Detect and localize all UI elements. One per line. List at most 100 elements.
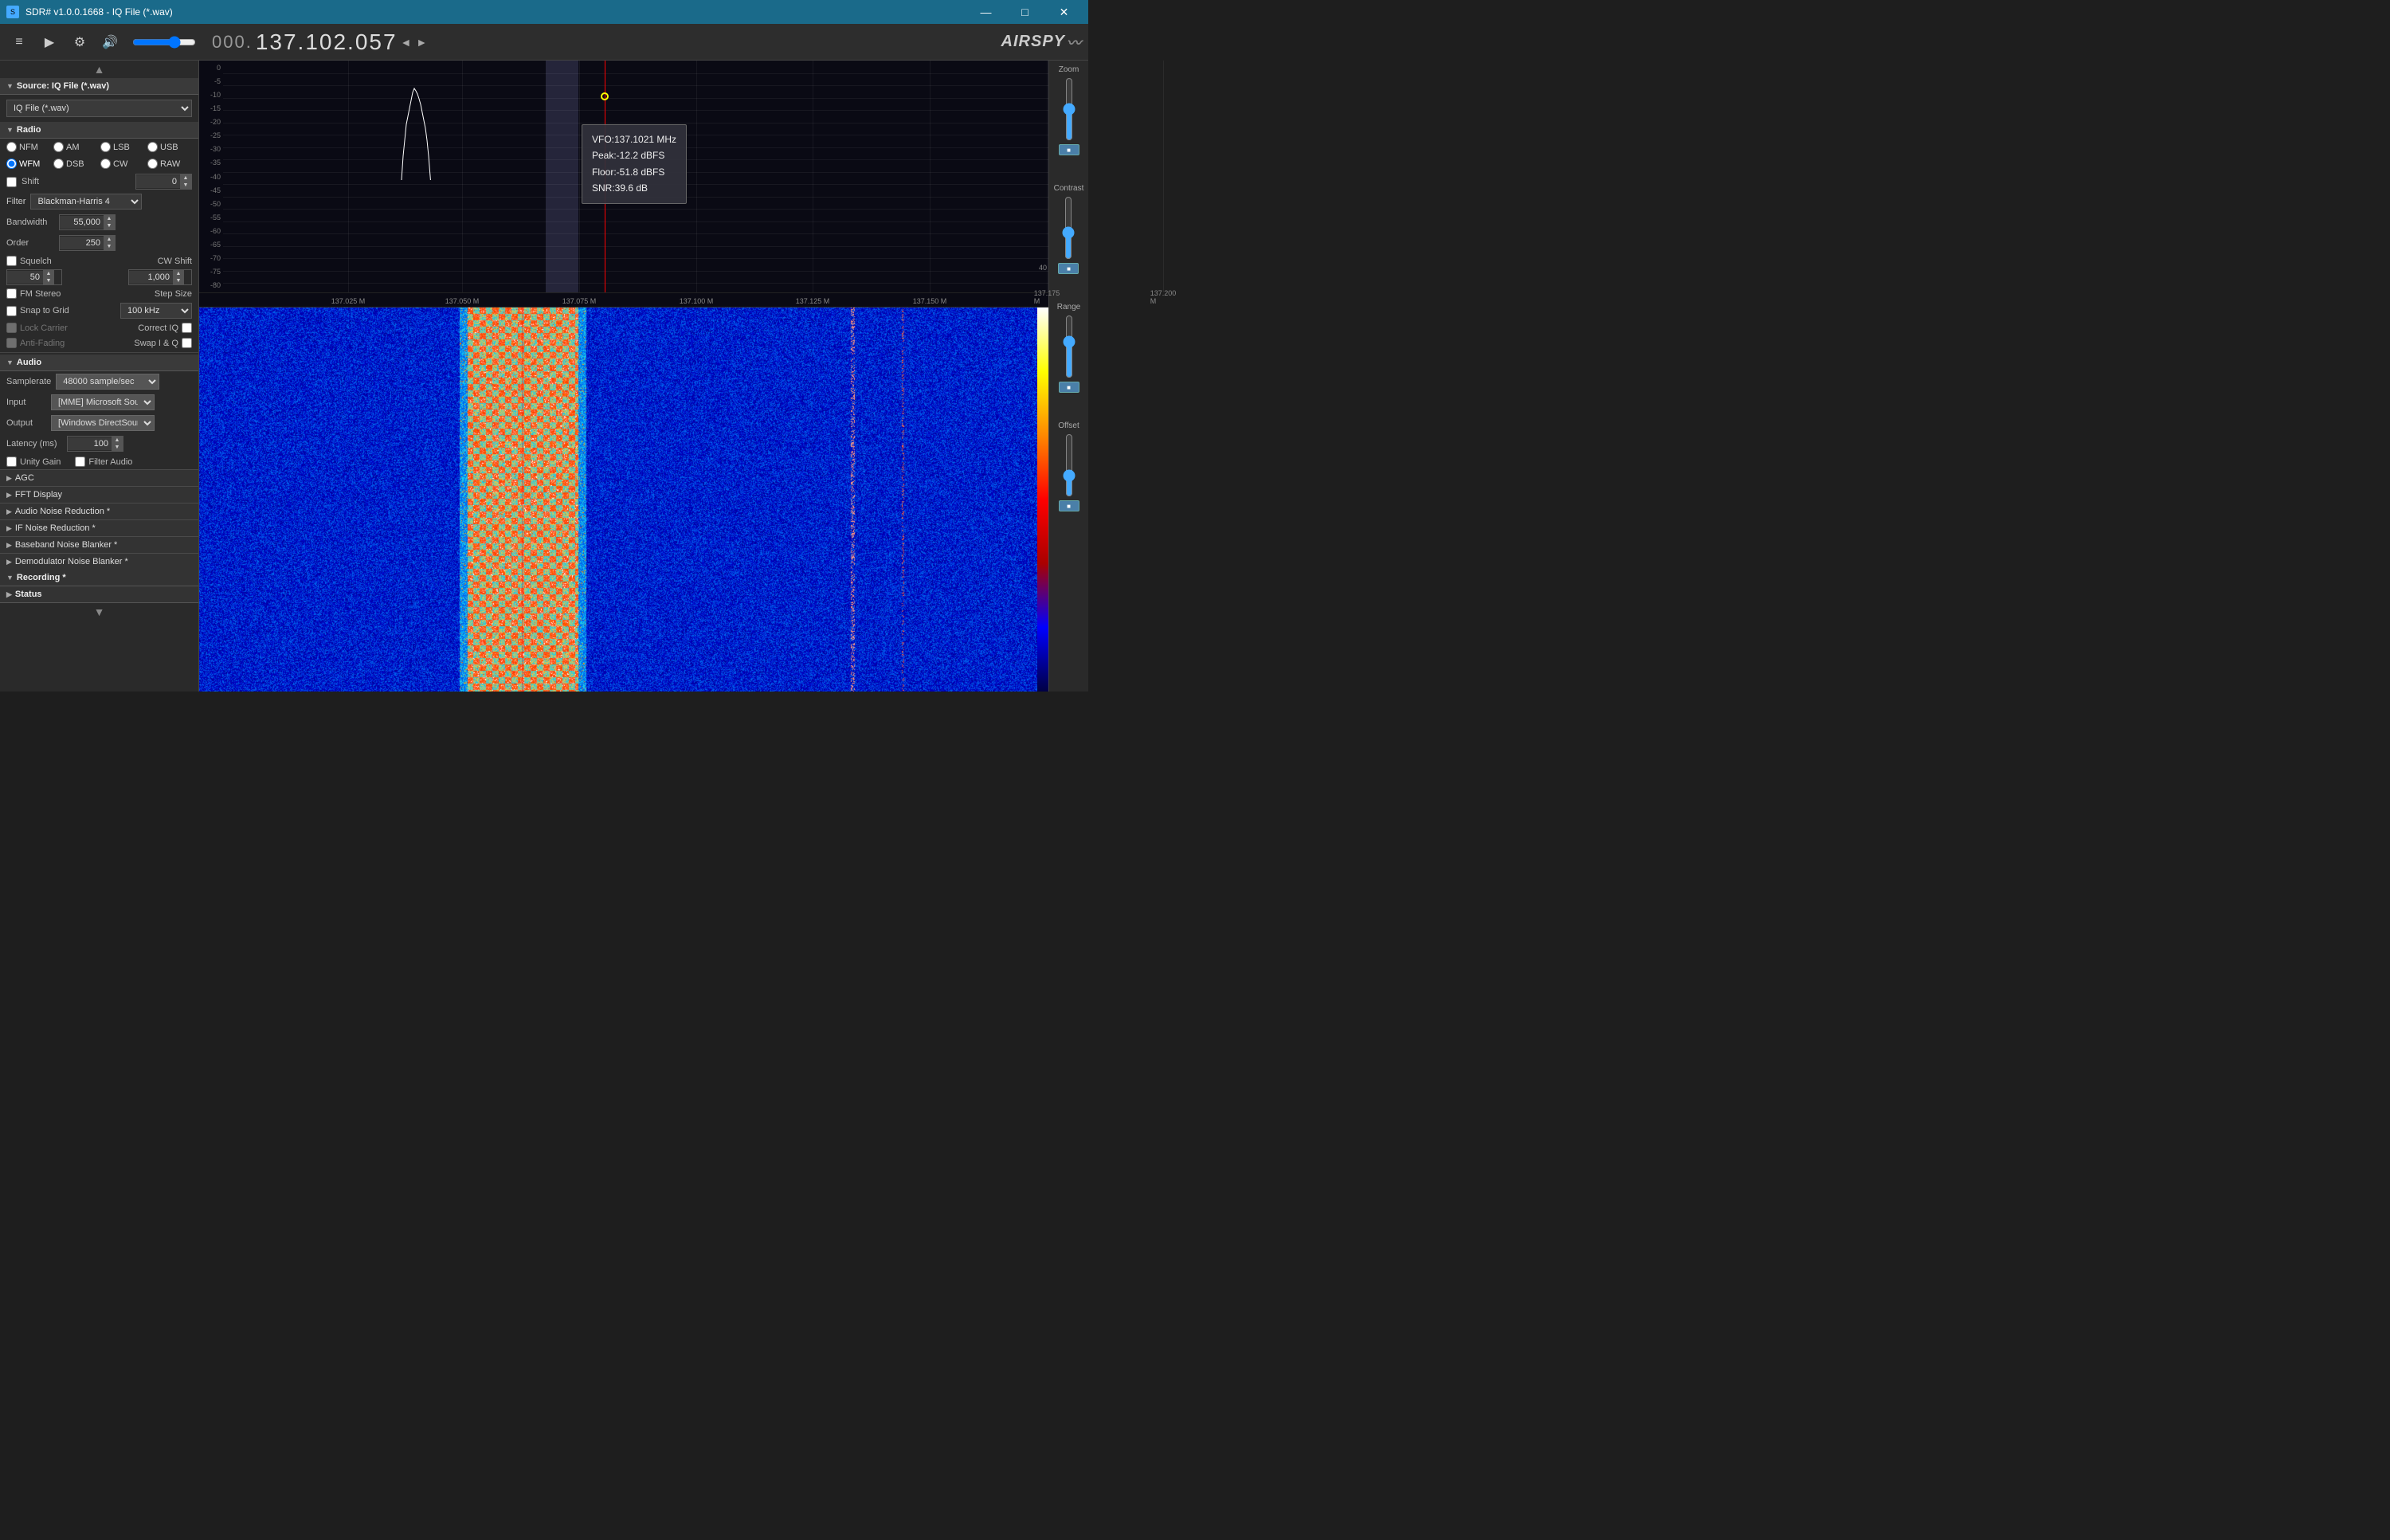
spectrum-display[interactable]: 0 -5 -10 -15 -20 -25 -30 -35 -40 -45 -50…	[199, 61, 1048, 308]
samplerate-select[interactable]: 48000 sample/sec 96000 sample/sec	[56, 374, 159, 390]
filter-audio-checkbox[interactable]	[75, 457, 85, 467]
cw-shift-down-btn[interactable]: ▼	[173, 277, 184, 284]
source-select[interactable]: IQ File (*.wav) RTL-SDR Airspy	[6, 100, 192, 117]
maximize-button[interactable]: □	[1007, 0, 1043, 24]
mode-nfm-label: NFM	[19, 143, 38, 152]
settings-button[interactable]: ⚙	[67, 29, 92, 55]
recording-arrow-icon: ▼	[6, 574, 14, 582]
swap-iq-label[interactable]: Swap I & Q	[134, 338, 192, 348]
bandwidth-up-btn[interactable]: ▲	[104, 215, 115, 222]
volume-slider[interactable]	[132, 36, 196, 49]
baseband-noise-blanker-header[interactable]: ▶ Baseband Noise Blanker *	[0, 536, 198, 553]
sidebar-scroll-down[interactable]: ▼	[0, 603, 198, 621]
source-section-header[interactable]: ▼ Source: IQ File (*.wav)	[0, 78, 198, 95]
grid-h-14	[223, 233, 1048, 234]
sidebar-scroll-up[interactable]: ▲	[0, 61, 198, 78]
mode-raw-input[interactable]	[147, 159, 158, 169]
correct-iq-checkbox[interactable]	[182, 323, 192, 333]
color-scale-bar	[1037, 308, 1048, 692]
range-slider[interactable]	[1061, 315, 1077, 378]
radio-section-header[interactable]: ▼ Radio	[0, 122, 198, 139]
mode-raw[interactable]: RAW	[147, 159, 191, 169]
order-up-btn[interactable]: ▲	[104, 236, 115, 243]
output-select[interactable]: [Windows DirectSoun	[51, 415, 155, 431]
radio-header-label: Radio	[17, 125, 41, 135]
contrast-slider[interactable]	[1060, 196, 1076, 260]
mode-am-input[interactable]	[53, 142, 64, 152]
unity-gain-label[interactable]: Unity Gain	[6, 457, 61, 467]
mode-dsb-input[interactable]	[53, 159, 64, 169]
mode-nfm-input[interactable]	[6, 142, 17, 152]
mode-cw-input[interactable]	[100, 159, 111, 169]
latency-up-btn[interactable]: ▲	[112, 437, 123, 444]
mode-am[interactable]: AM	[53, 142, 97, 152]
fft-display-header[interactable]: ▶ FFT Display	[0, 486, 198, 503]
play-button[interactable]: ▶	[37, 29, 62, 55]
swap-iq-checkbox[interactable]	[182, 338, 192, 348]
grid-v-2	[462, 61, 463, 292]
zoom-slider[interactable]	[1061, 77, 1077, 141]
freq-up-arrow[interactable]: ►	[416, 36, 429, 49]
audio-section-header[interactable]: ▼ Audio	[0, 355, 198, 371]
shift-down-btn[interactable]: ▼	[180, 182, 191, 189]
menu-button[interactable]: ≡	[6, 29, 32, 55]
cw-shift-up-btn[interactable]: ▲	[173, 270, 184, 277]
if-noise-reduction-header[interactable]: ▶ IF Noise Reduction *	[0, 519, 198, 536]
fm-stereo-label[interactable]: FM Stereo	[6, 288, 61, 299]
minimize-button[interactable]: —	[968, 0, 1004, 24]
snap-to-grid-checkbox[interactable]	[6, 306, 17, 316]
audio-button[interactable]: 🔊	[97, 29, 123, 55]
radio-mode-group: NFM AM LSB USB	[0, 139, 198, 155]
lock-carrier-label[interactable]: Lock Carrier	[6, 323, 68, 333]
squelch-down-btn[interactable]: ▼	[43, 277, 54, 284]
offset-slider[interactable]	[1061, 433, 1077, 497]
agc-header[interactable]: ▶ AGC	[0, 469, 198, 486]
contrast-btn[interactable]: ■	[1058, 263, 1079, 274]
snap-to-grid-label[interactable]: Snap to Grid	[6, 306, 69, 316]
status-header[interactable]: ▶ Status	[0, 586, 198, 603]
cw-shift-input[interactable]	[129, 271, 173, 284]
close-button[interactable]: ✕	[1046, 0, 1082, 24]
anti-fading-checkbox[interactable]	[6, 338, 17, 348]
bandwidth-down-btn[interactable]: ▼	[104, 222, 115, 229]
anti-fading-label[interactable]: Anti-Fading	[6, 338, 65, 348]
audio-noise-reduction-header[interactable]: ▶ Audio Noise Reduction *	[0, 503, 198, 519]
mode-lsb-input[interactable]	[100, 142, 111, 152]
filter-audio-label[interactable]: Filter Audio	[75, 457, 132, 467]
recording-header[interactable]: ▼ Recording *	[0, 570, 198, 586]
range-btn[interactable]: ■	[1059, 382, 1079, 393]
mode-usb-input[interactable]	[147, 142, 158, 152]
order-input[interactable]	[60, 237, 104, 249]
input-select[interactable]: [MME] Microsoft Soun	[51, 394, 155, 410]
shift-up-btn[interactable]: ▲	[180, 174, 191, 182]
mode-cw[interactable]: CW	[100, 159, 144, 169]
lock-carrier-checkbox[interactable]	[6, 323, 17, 333]
squelch-input[interactable]	[7, 271, 43, 284]
zoom-control: Zoom ■	[1059, 65, 1079, 155]
zoom-btn[interactable]: ■	[1059, 144, 1079, 155]
unity-gain-checkbox[interactable]	[6, 457, 17, 467]
correct-iq-label[interactable]: Correct IQ	[138, 323, 192, 333]
order-down-btn[interactable]: ▼	[104, 243, 115, 250]
fm-stereo-checkbox[interactable]	[6, 288, 17, 299]
bandwidth-input[interactable]	[60, 216, 104, 229]
mode-nfm[interactable]: NFM	[6, 142, 50, 152]
mode-dsb[interactable]: DSB	[53, 159, 97, 169]
squelch-up-btn[interactable]: ▲	[43, 270, 54, 277]
latency-input[interactable]	[68, 437, 112, 450]
mode-wfm-input[interactable]	[6, 159, 17, 169]
shift-input[interactable]	[136, 175, 180, 188]
latency-down-btn[interactable]: ▼	[112, 444, 123, 451]
demodulator-noise-blanker-header[interactable]: ▶ Demodulator Noise Blanker *	[0, 553, 198, 570]
offset-btn[interactable]: ■	[1059, 500, 1079, 511]
shift-checkbox[interactable]	[6, 177, 17, 187]
frequency-main: 137.102.057	[256, 29, 398, 55]
squelch-checkbox[interactable]	[6, 256, 17, 266]
mode-wfm[interactable]: WFM	[6, 159, 50, 169]
step-size-select[interactable]: 100 kHz 50 kHz 25 kHz 12.5 kHz	[120, 303, 192, 319]
waterfall-display[interactable]	[199, 308, 1048, 692]
mode-lsb[interactable]: LSB	[100, 142, 144, 152]
freq-down-arrow[interactable]: ◄	[401, 36, 413, 49]
filter-select[interactable]: Blackman-Harris 4 Rectangular Hamming Ha…	[30, 194, 142, 210]
mode-usb[interactable]: USB	[147, 142, 191, 152]
